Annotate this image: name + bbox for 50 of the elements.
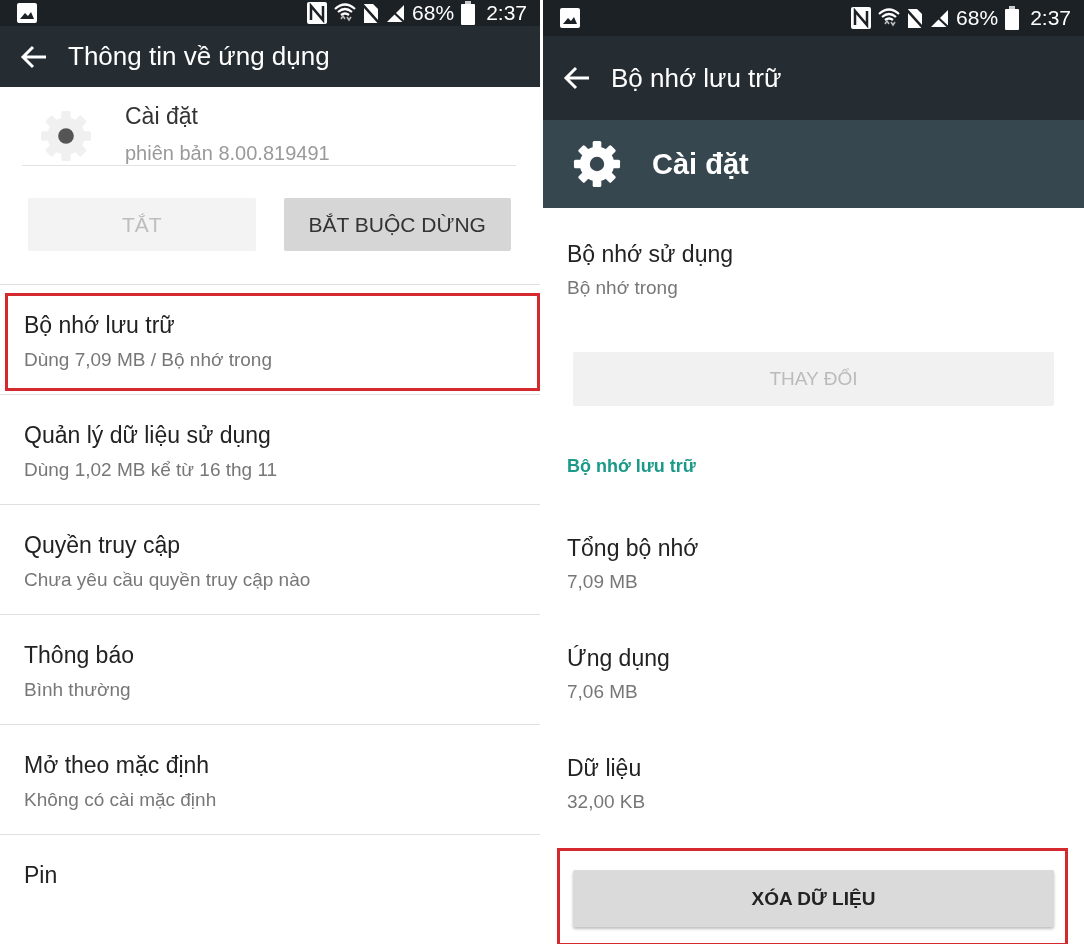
signal-off-icon	[930, 8, 950, 28]
clock-time: 2:37	[486, 1, 527, 26]
settings-item[interactable]: Pin	[0, 834, 540, 944]
item-title: Ứng dụng	[567, 645, 671, 672]
item-subtitle: Bộ nhớ trong	[567, 277, 679, 299]
item-subtitle: Dùng 1,02 MB kể từ 16 thg 11	[24, 459, 279, 481]
item-subtitle: Không có cài mặc định	[24, 789, 218, 811]
signal-off-icon	[386, 3, 406, 24]
screen-title: Bộ nhớ lưu trữ	[611, 62, 782, 94]
settings-item[interactable]: Bộ nhớ lưu trữ Dùng 7,09 MB / Bộ nhớ trong	[0, 284, 540, 394]
item-subtitle: Bình thường	[24, 679, 132, 701]
item-title: Thông báo	[24, 642, 135, 669]
app-name: Cài đặt	[652, 147, 749, 181]
item-subtitle: 7,06 MB	[567, 681, 639, 703]
app-version: phiên bản 8.00.819491	[125, 142, 330, 165]
item-title: Quyền truy cập	[24, 532, 181, 559]
app-name: Cài đặt	[125, 103, 199, 130]
nfc-icon	[851, 7, 872, 29]
item-title: Quản lý dữ liệu sử dụng	[24, 422, 272, 449]
gear-icon	[40, 110, 92, 162]
battery-percent: 68%	[956, 6, 999, 30]
wifi-icon	[878, 7, 901, 29]
item-title: Bộ nhớ sử dụng	[567, 241, 735, 268]
sim-off-icon	[907, 7, 924, 29]
image-icon	[17, 3, 37, 24]
back-arrow-icon[interactable]	[563, 66, 591, 90]
settings-item[interactable]: Thông báo Bình thường	[0, 614, 540, 724]
item-title: Pin	[24, 862, 59, 889]
settings-item[interactable]: Quản lý dữ liệu sử dụng Dùng 1,02 MB kể từ 16 thg 11	[0, 394, 540, 504]
back-arrow-icon[interactable]	[20, 44, 48, 69]
image-icon	[560, 8, 580, 28]
battery-percent: 68%	[412, 1, 455, 26]
section-header: Bộ nhớ lưu trữ	[566, 455, 697, 478]
battery-icon	[461, 1, 476, 26]
item-subtitle: 32,00 KB	[567, 791, 647, 813]
battery-icon	[1005, 6, 1020, 30]
clock-time: 2:37	[1030, 6, 1071, 30]
item-title: Tổng bộ nhớ	[567, 535, 700, 562]
item-title: Mở theo mặc định	[24, 752, 211, 779]
clear-data-button[interactable]: XÓA DỮ LIỆU	[573, 870, 1054, 927]
settings-item[interactable]: Mở theo mặc định Không có cài mặc định	[0, 724, 540, 834]
item-subtitle: Chưa yêu cầu quyền truy cập nào	[24, 569, 312, 591]
screen-title: Thông tin về ứng dụng	[68, 41, 330, 73]
item-subtitle: 7,09 MB	[567, 571, 639, 593]
item-title: Dữ liệu	[567, 755, 643, 782]
force-stop-button[interactable]: BẮT BUỘC DỪNG	[283, 198, 511, 251]
settings-item[interactable]: Quyền truy cập Chưa yêu cầu quyền truy cập nào	[0, 504, 540, 614]
gear-icon	[573, 140, 621, 188]
item-title: Bộ nhớ lưu trữ	[24, 312, 176, 339]
item-subtitle: Dùng 7,09 MB / Bộ nhớ trong	[24, 349, 273, 371]
